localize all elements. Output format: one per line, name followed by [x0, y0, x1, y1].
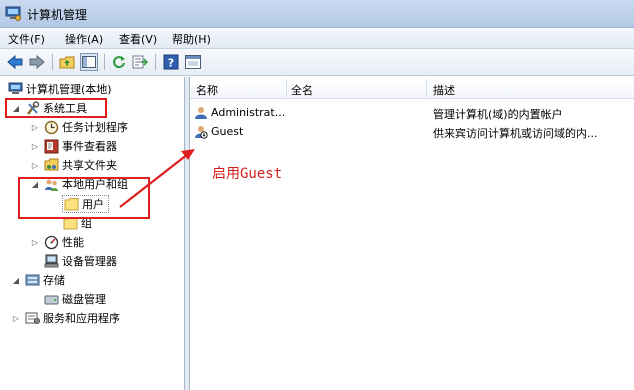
annotation-text: 启用Guest	[212, 166, 283, 182]
annotation-arrow	[119, 149, 195, 208]
